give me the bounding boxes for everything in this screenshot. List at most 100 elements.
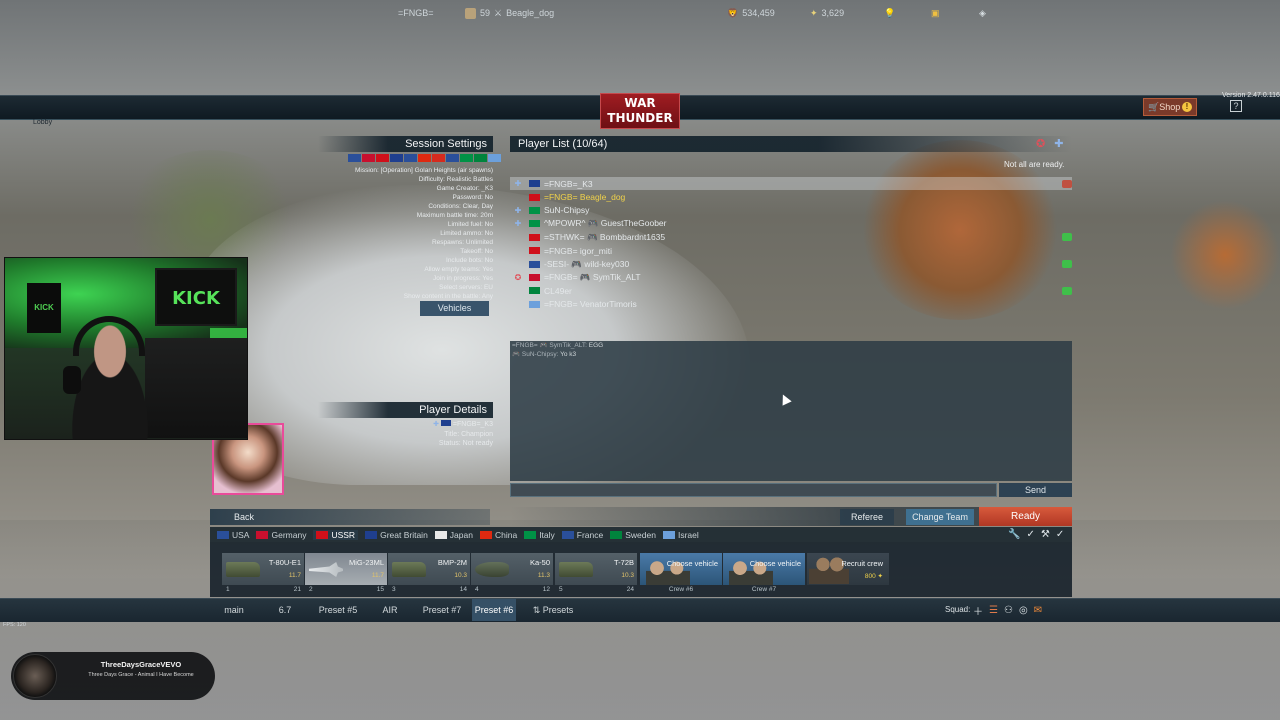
preset-tab[interactable]: main [212, 599, 256, 621]
player-list-title: Player List (10/64) [510, 136, 1072, 152]
preset-tab[interactable]: Preset #5 [312, 599, 364, 621]
check-all-icon[interactable]: ✓ [1056, 529, 1064, 540]
chat-text: Yo k3 [560, 351, 577, 358]
referee-button[interactable]: Referee [840, 509, 894, 525]
chat-sender: =FNGB= 🎮 SymTik_ALT: [512, 342, 587, 349]
nation-tab-germany[interactable]: Germany [256, 530, 306, 540]
nation-flag-icon [561, 530, 574, 539]
nation-tab-ussr[interactable]: USSR [313, 529, 359, 540]
player-row[interactable]: ✪ =FNGB= 🎮 SymTik_ALT [510, 271, 1072, 284]
vehicle-slot-index: 5 [559, 586, 563, 593]
team-cross-icon[interactable]: ✚ [1054, 137, 1063, 150]
nation-tab-usa[interactable]: USA [217, 530, 249, 540]
nation-flag-icon [418, 154, 431, 162]
player-row[interactable]: ✚ =FNGB=_K3 [510, 177, 1072, 191]
vehicle-slot-footer: 4 12 [471, 586, 553, 595]
back-button[interactable]: Back [210, 509, 490, 525]
empty-crew-slot[interactable]: Choose vehicle [640, 553, 722, 585]
preset-tab[interactable]: AIR [374, 599, 406, 621]
chat-bubble-icon[interactable]: ◎ [1019, 605, 1028, 616]
chat-log[interactable]: =FNGB= 🎮 SymTik_ALT: EGG 🎮 SuN-Chipsy: Yo… [510, 341, 1072, 481]
vehicle-name: Ka-50 [529, 558, 550, 567]
player-details-title-line: Title: Champion [444, 430, 493, 438]
player-row[interactable]: -SESI- 🎮 wild-key030 [510, 257, 1072, 270]
player-name: =FNGB=_K3 [544, 178, 593, 189]
nation-tab-label: USA [232, 529, 250, 540]
menu-icon[interactable]: ☰ [989, 605, 998, 616]
vehicle-slot[interactable]: MiG-23ML 11.7 [305, 553, 387, 585]
player-row[interactable]: ✚ ^MPOWR^ 🎮 GuestTheGoober [510, 217, 1072, 230]
vehicle-slot[interactable]: BMP-2M 10.3 [388, 553, 470, 585]
nation-tab-japan[interactable]: Japan [434, 530, 473, 540]
nation-tab-china[interactable]: China [479, 530, 517, 540]
vehicle-slot-footer: 1 21 [222, 586, 304, 595]
add-squad-member-icon[interactable]: ＋ [973, 603, 983, 618]
player-row[interactable]: =FNGB= VenatorTimoris [510, 298, 1072, 311]
player-row[interactable]: =FNGB= Beagle_dog [510, 190, 1072, 203]
repair-all-icon[interactable]: ⚒ [1041, 529, 1050, 540]
war-thunder-logo[interactable]: WAR THUNDER [600, 93, 680, 129]
squadron-tag: =FNGB= [398, 8, 434, 18]
player-tag-icon: ✚ [514, 205, 522, 215]
check-icon[interactable]: ✓ [1026, 529, 1034, 540]
friends-icon[interactable]: ⚇ [1004, 605, 1013, 616]
player-flag-icon [529, 260, 540, 268]
preset-tab[interactable]: 6.7 [268, 599, 302, 621]
nation-flag-icon [362, 154, 375, 162]
preset-tab[interactable]: Preset #7 [416, 599, 468, 621]
vehicle-slot[interactable]: T-72B 10.3 [555, 553, 637, 585]
send-button[interactable]: Send [999, 483, 1072, 497]
wrench-icon[interactable]: 🔧 [1008, 529, 1020, 540]
nation-tab-great-britain[interactable]: Great Britain [365, 530, 428, 540]
tank-icon [392, 562, 426, 577]
wallet-icon[interactable]: ▣ [931, 5, 940, 21]
mail-icon[interactable]: ✉ [1034, 605, 1042, 616]
silver-lions[interactable]: 🦁 534,459 [727, 5, 775, 21]
nation-flag-icon [524, 530, 537, 539]
research-points[interactable]: ✦ 3,629 [810, 5, 844, 21]
tank-icon [226, 562, 260, 577]
help-button[interactable]: ? [1230, 100, 1242, 112]
player-flag-icon [529, 233, 540, 241]
webcam-overlay: KICK KICK [4, 257, 248, 440]
player-name: =STHWK= 🎮 Bombbardnt1635 [544, 231, 666, 242]
nation-flag-icon [446, 154, 459, 162]
lobby-label: Lobby [33, 119, 53, 126]
vehicle-battle-rating: 11.7 [371, 572, 384, 579]
shop-button[interactable]: 🛒Shop ! [1143, 98, 1197, 116]
coupon-icon[interactable]: ◈ [979, 5, 986, 21]
player-row[interactable]: =FNGB= igor_miti [510, 244, 1072, 257]
chat-input[interactable] [510, 483, 997, 497]
ready-button[interactable]: Ready [979, 507, 1072, 526]
change-team-button[interactable]: Change Team [906, 509, 974, 525]
vehicle-slot-index: 2 [309, 586, 313, 593]
player-status-icon [1062, 179, 1072, 188]
preset-tab[interactable]: Preset #6 [472, 599, 516, 621]
nation-flag-icon [434, 530, 447, 539]
preset-tab[interactable]: ⇅ Presets [520, 599, 586, 621]
vehicle-slot-crew-level: 12 [542, 586, 550, 593]
player-row[interactable]: CL49er [510, 284, 1072, 297]
vehicle-slot[interactable]: Ka-50 11.3 [471, 553, 553, 585]
squad-star-icon[interactable]: ✪ [1036, 137, 1045, 150]
empty-crew-slot[interactable]: Choose vehicle [723, 553, 805, 585]
vehicle-name: MiG-23ML [348, 558, 384, 567]
nation-flag-icon [474, 154, 487, 162]
recruit-crew-slot[interactable]: Recruit crew 800 ✦ [807, 553, 889, 585]
nation-tab-israel[interactable]: Israel [662, 530, 699, 540]
nation-tab-sweden[interactable]: Sweden [610, 530, 656, 540]
nation-tab-france[interactable]: France [561, 530, 603, 540]
nation-tab-italy[interactable]: Italy [524, 530, 555, 540]
lightbulb-icon[interactable]: 💡 [884, 5, 895, 21]
player-profile[interactable]: 59 ⚔ Beagle_dog [465, 5, 554, 21]
vehicles-button[interactable]: Vehicles [420, 301, 489, 316]
squad-tools: ＋ ☰ ⚇ ◎ ✉ [973, 603, 1042, 618]
player-tag-icon [513, 286, 523, 295]
vehicle-slot[interactable]: T-80U-E1 11.7 [222, 553, 304, 585]
nation-flag-icon [460, 154, 473, 162]
player-list: ✚ =FNGB=_K3 =FNGB= Beagle_dog ✚ SuN-Chipsy ✚ ^… [510, 177, 1072, 311]
player-status-icon [1062, 260, 1072, 269]
player-row[interactable]: ✚ SuN-Chipsy [510, 204, 1072, 217]
player-row[interactable]: =STHWK= 🎮 Bombbardnt1635 [510, 231, 1072, 244]
nation-tab-label: USSR [331, 529, 356, 540]
